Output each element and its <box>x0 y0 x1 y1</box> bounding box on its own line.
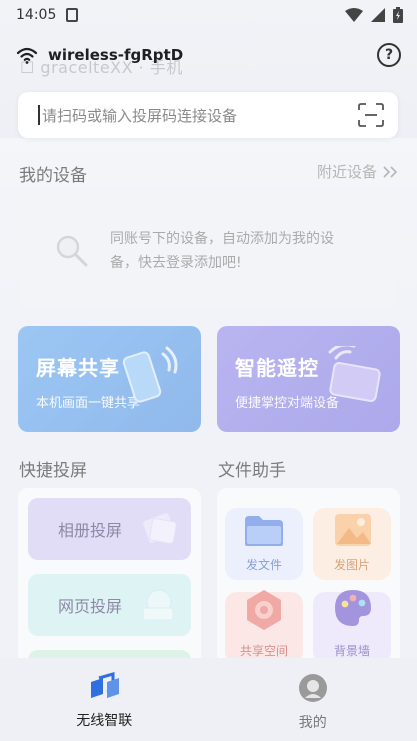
device-tip-line2: 备，快去登录添加吧! <box>110 255 242 271</box>
web-cast-label: 网页投屏 <box>58 597 123 616</box>
smart-remote-card[interactable]: 智能遥控 便捷掌控对端设备 <box>217 326 400 432</box>
my-devices-card: 同账号下的设备，自动添加为我的设 备，快去登录添加吧! <box>18 196 398 306</box>
cell-signal-icon <box>371 8 385 22</box>
nav-wireless-link[interactable]: 无线智联 <box>0 658 209 741</box>
screen-share-title: 屏幕共享 <box>36 356 120 380</box>
nav-wireless-link-label: 无线智联 <box>76 713 133 729</box>
help-icon[interactable]: ? <box>377 43 401 67</box>
nav-mine[interactable]: 我的 <box>209 658 417 741</box>
send-file-tile[interactable]: 发文件 <box>225 508 303 580</box>
wifi-icon <box>16 47 38 64</box>
search-empty-icon <box>56 235 88 267</box>
nearby-devices-label: 附近设备 <box>316 163 377 181</box>
web-globe-icon <box>142 589 174 621</box>
bottom-nav: 无线智联 我的 <box>0 658 417 741</box>
battery-icon <box>393 7 403 23</box>
search-placeholder: 请扫码或输入投屏码连接设备 <box>42 106 238 125</box>
tablet-remote-icon <box>328 346 381 402</box>
album-cast-button[interactable]: 相册投屏 <box>28 498 191 560</box>
text-caret <box>38 105 40 125</box>
album-cast-label: 相册投屏 <box>58 521 123 540</box>
background-wall-label: 背景墙 <box>333 644 370 658</box>
double-chevron-right-icon <box>383 165 398 178</box>
wifi-indicator: wireless-fgRptD <box>16 46 183 64</box>
search-input[interactable]: 请扫码或输入投屏码连接设备 <box>18 92 398 138</box>
image-icon <box>335 514 371 546</box>
my-devices-title: 我的设备 <box>19 166 87 186</box>
profile-icon <box>298 674 327 702</box>
album-icon <box>142 512 177 544</box>
quick-cast-title: 快捷投屏 <box>19 461 87 481</box>
palette-icon <box>335 590 371 626</box>
status-bar: 14:05 <box>0 0 417 30</box>
share-space-icon <box>247 590 281 630</box>
nearby-devices-link[interactable]: 附近设备 <box>317 161 399 182</box>
nav-mine-label: 我的 <box>298 715 327 731</box>
send-file-label: 发文件 <box>245 558 282 572</box>
wifi-name: wireless-fgRptD <box>48 46 184 64</box>
share-space-tile[interactable]: 共享空间 <box>225 590 303 664</box>
send-image-label: 发图片 <box>333 558 370 572</box>
phone-cast-icon <box>122 346 178 403</box>
screen-share-card[interactable]: 屏幕共享 本机画面一键共享 <box>18 326 201 432</box>
smart-remote-title: 智能遥控 <box>235 356 319 380</box>
device-tip: 同账号下的设备，自动添加为我的设 备，快去登录添加吧! <box>110 227 334 275</box>
wifi-signal-icon <box>345 8 363 22</box>
wireless-link-icon <box>91 672 120 698</box>
folder-icon <box>245 516 283 546</box>
background-wall-tile[interactable]: 背景墙 <box>313 590 391 664</box>
device-tip-line1: 同账号下的设备，自动添加为我的设 <box>110 231 334 247</box>
file-assistant-title: 文件助手 <box>218 461 286 481</box>
send-image-tile[interactable]: 发图片 <box>313 508 391 580</box>
scan-icon[interactable] <box>358 103 384 127</box>
sim-card-icon <box>66 8 79 22</box>
share-space-label: 共享空间 <box>239 644 288 658</box>
status-time: 14:05 <box>16 7 57 23</box>
web-cast-button[interactable]: 网页投屏 <box>28 574 191 636</box>
header: wireless-fgRptD ? <box>16 40 401 70</box>
